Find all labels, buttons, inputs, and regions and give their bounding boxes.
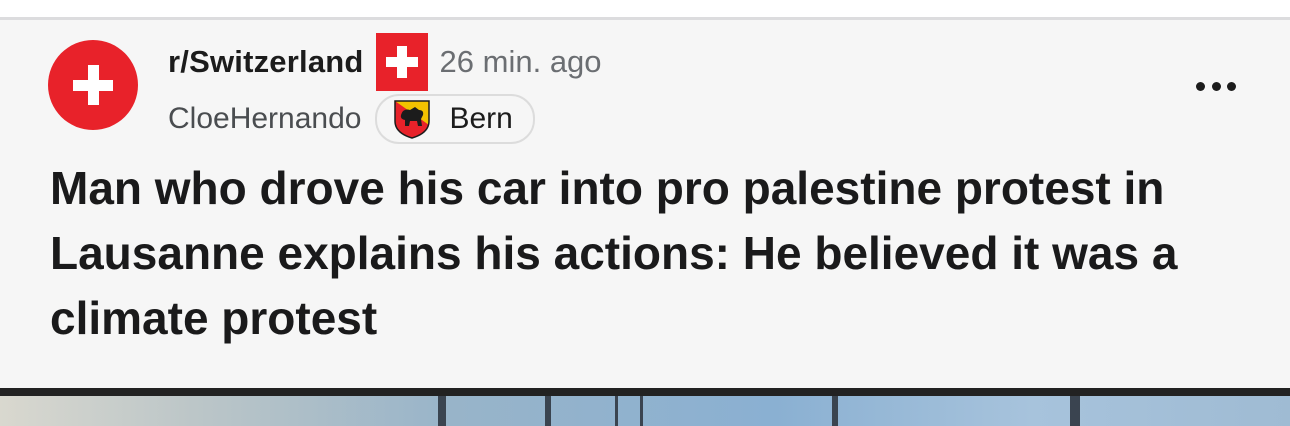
dot — [1196, 81, 1205, 91]
image-detail — [1070, 396, 1080, 426]
image-detail — [640, 396, 643, 426]
user-flair: Bern — [375, 94, 535, 144]
flair-label: Bern — [449, 102, 513, 135]
flag-cross-vertical — [396, 46, 407, 78]
post-image-preview[interactable] — [0, 396, 1290, 426]
post-meta-row: r/Switzerland 26 min. ago — [168, 33, 602, 91]
dot — [1227, 81, 1236, 91]
image-detail — [832, 396, 838, 426]
image-detail — [438, 396, 446, 426]
image-detail — [615, 396, 618, 426]
swiss-flag-icon — [375, 33, 428, 91]
subreddit-name[interactable]: r/Switzerland — [168, 44, 364, 80]
swiss-cross-vertical — [88, 65, 99, 105]
author-row: CloeHernando Bern — [168, 94, 535, 144]
post-timestamp: 26 min. ago — [439, 44, 602, 79]
more-options-icon[interactable] — [1196, 76, 1236, 96]
author-name[interactable]: CloeHernando — [168, 102, 361, 136]
post-title[interactable]: Man who drove his car into pro palestine… — [50, 156, 1230, 351]
image-detail — [545, 396, 551, 426]
dot — [1211, 81, 1221, 91]
bern-coat-of-arms-icon — [394, 100, 431, 139]
media-divider — [0, 388, 1290, 396]
subreddit-avatar-icon[interactable] — [48, 40, 138, 130]
